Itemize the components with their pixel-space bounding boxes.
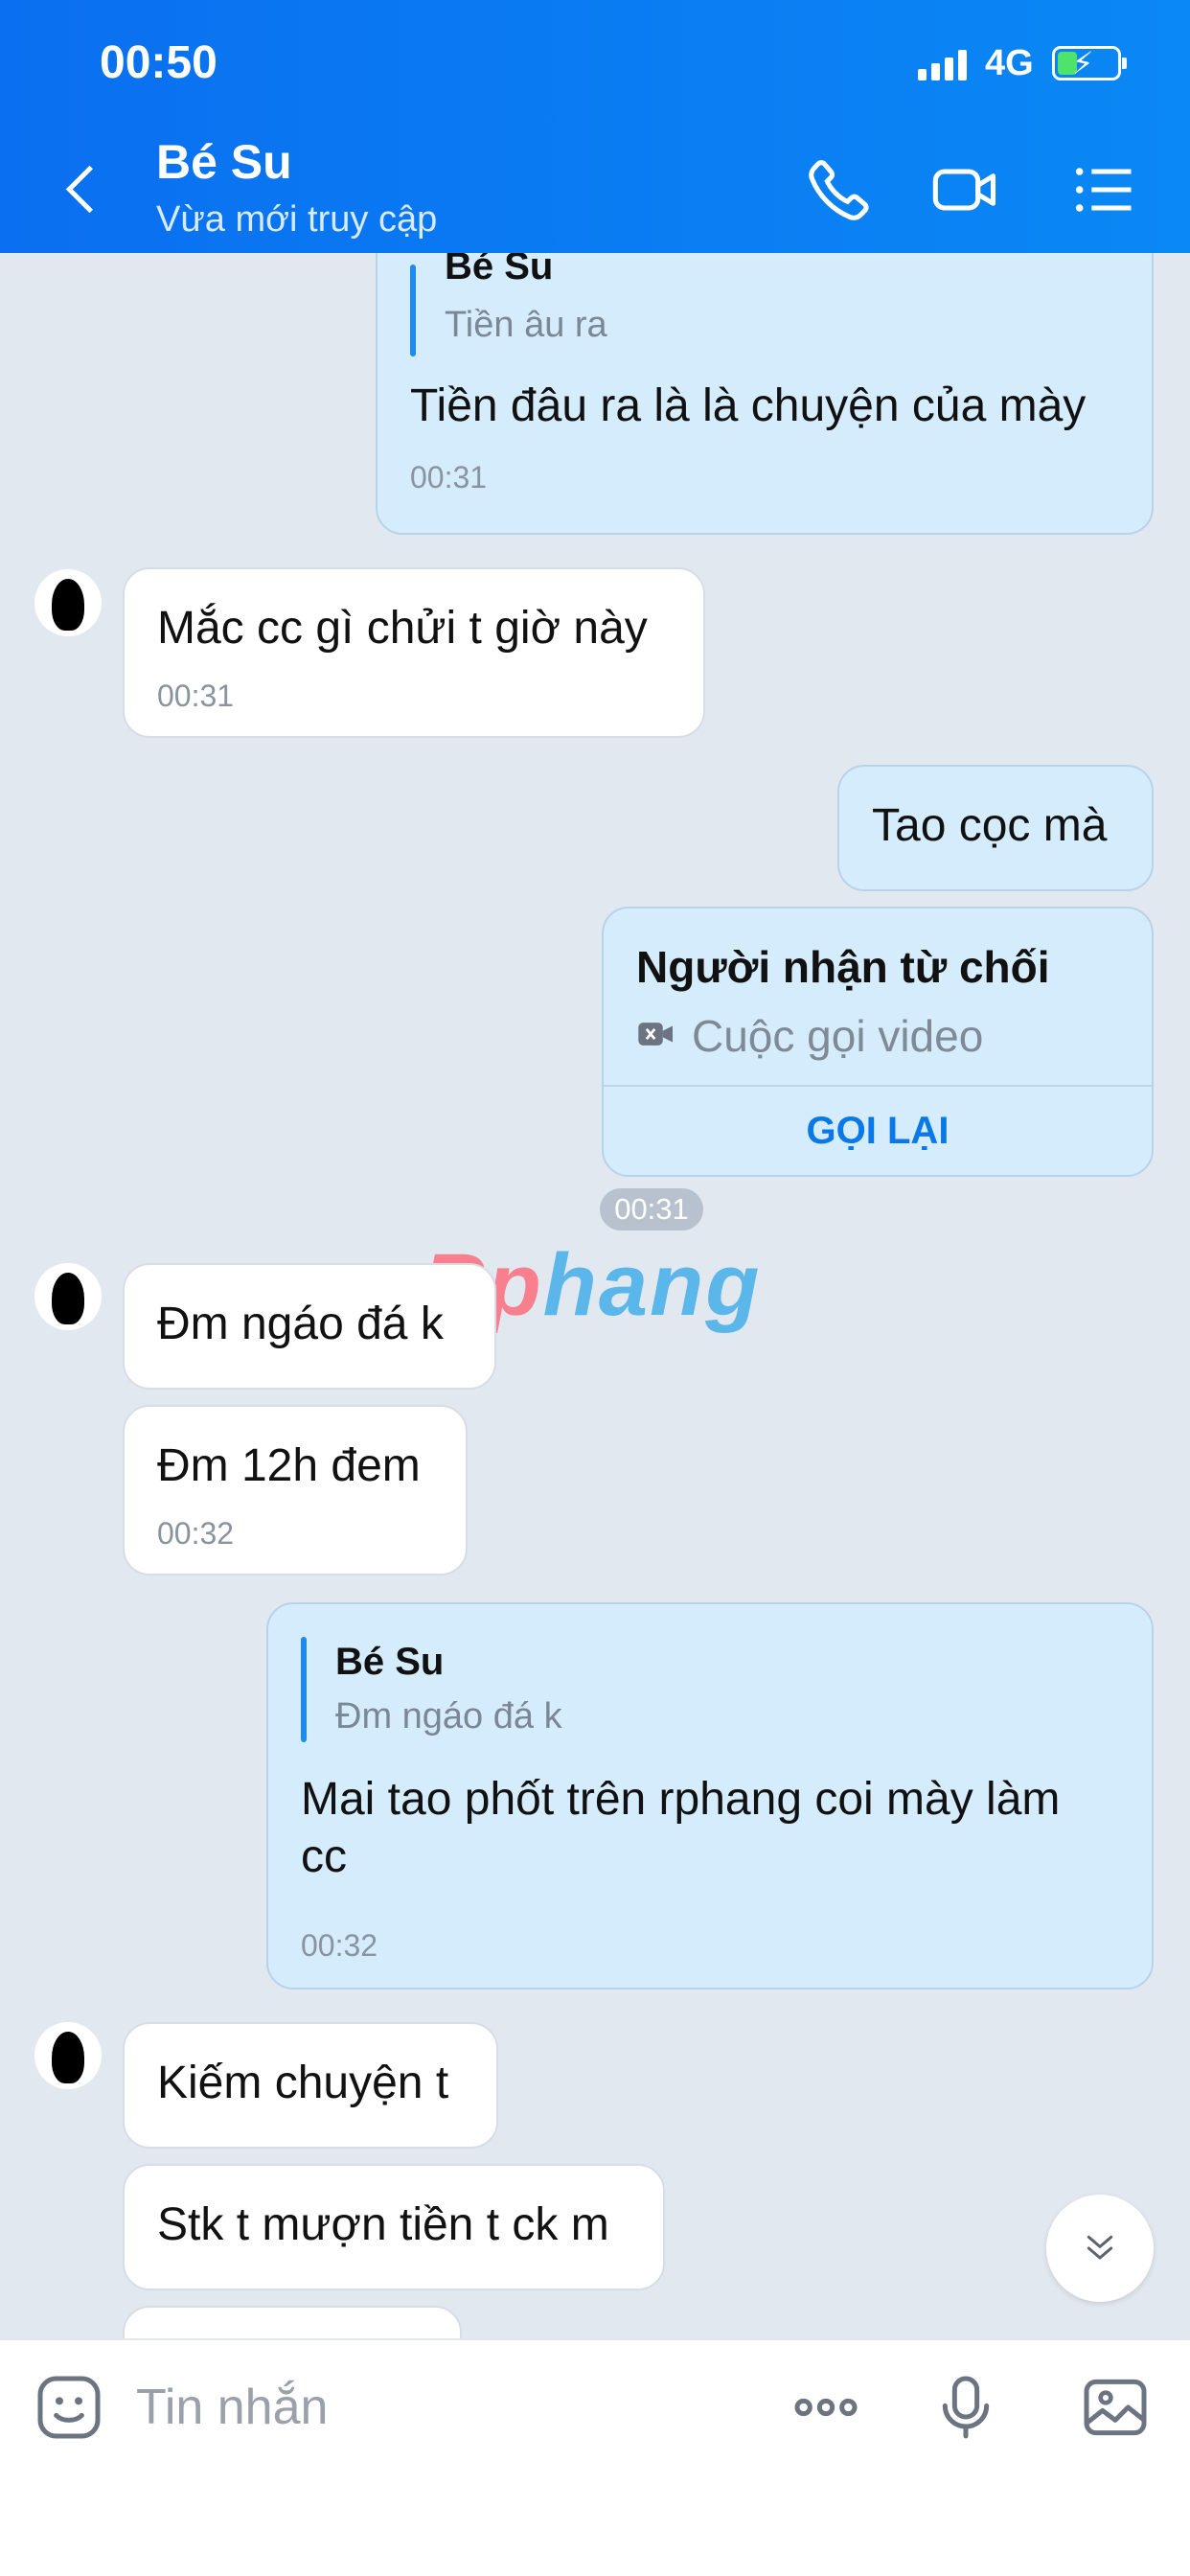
message-text: Kiếm chuyện t — [157, 2058, 449, 2108]
message-bubble-incoming[interactable]: Stk t mượn tiền t ck m — [123, 2164, 665, 2290]
quote-sender: Bé Su — [445, 253, 554, 288]
avatar[interactable] — [34, 1263, 102, 1330]
avatar[interactable] — [34, 569, 102, 636]
microphone-icon[interactable] — [927, 2369, 1004, 2446]
quote-text: Tiền âu ra — [445, 305, 607, 345]
call-back-button[interactable]: GỌI LẠI — [604, 1110, 1152, 1153]
message-text: Tao cọc mà — [872, 800, 1108, 851]
contact-status: Vừa mới truy cập — [156, 199, 438, 240]
chevron-double-down-icon — [1087, 2235, 1113, 2260]
image-icon[interactable] — [1077, 2369, 1154, 2446]
message-time: 00:31 — [157, 678, 235, 713]
message-text: Stk t mượn tiền t ck m — [157, 2199, 609, 2250]
call-status-title: Người nhận từ chối — [636, 942, 1050, 992]
chat-header: 00:50 4G ⚡ Bé Su Vừa mới truy cập — [0, 0, 1190, 253]
quote-bar — [410, 264, 416, 356]
more-dots-icon[interactable] — [788, 2369, 864, 2446]
contact-name[interactable]: Bé Su — [156, 134, 292, 190]
message-bubble-outgoing[interactable]: Bé Su Đm ngáo đá k Mai tao phốt trên rph… — [266, 1602, 1154, 1990]
message-text-line-1: Mai tao phốt trên rphang coi mày làm — [301, 1774, 1061, 1825]
message-list[interactable]: Bé Su Tiền âu ra Tiền đâu ra là là chuyệ… — [0, 253, 1190, 2338]
message-bubble-incoming[interactable]: Mắc cc gì chửi t giờ này 00:31 — [123, 567, 705, 738]
message-text-line-2: cc — [301, 1831, 347, 1882]
sticker-icon[interactable] — [31, 2369, 107, 2446]
quote-text: Đm ngáo đá k — [335, 1696, 562, 1736]
video-call-icon — [638, 1023, 673, 1046]
message-bubble-outgoing[interactable]: Bé Su Tiền âu ra Tiền đâu ra là là chuyệ… — [376, 253, 1154, 535]
message-text: Mắc cc gì chửi t giờ này — [157, 603, 648, 654]
message-text: Đm ngáo đá k — [157, 1299, 444, 1349]
phone-icon[interactable] — [803, 153, 876, 226]
message-text: Đm 12h đem — [157, 1440, 421, 1491]
message-time: 00:32 — [301, 1928, 378, 1963]
message-input[interactable]: Tin nhắn — [136, 2379, 328, 2436]
menu-list-icon[interactable] — [1067, 153, 1140, 226]
divider — [604, 1085, 1152, 1087]
signal-icon — [918, 50, 968, 80]
message-bubble-incoming[interactable]: Đm ngáo đá k — [123, 1263, 496, 1390]
video-camera-icon[interactable] — [929, 153, 1002, 226]
message-bubble-outgoing[interactable]: Tao cọc mà — [837, 765, 1154, 891]
call-card[interactable]: Người nhận từ chối Cuộc gọi video GỌI LẠ… — [602, 907, 1154, 1177]
quote-bar — [301, 1637, 307, 1742]
call-type: Cuộc gọi video — [692, 1011, 984, 1061]
message-bubble-incoming[interactable]: Đm 12h đem 00:32 — [123, 1405, 468, 1576]
message-bubble-incoming[interactable] — [123, 2306, 462, 2338]
back-arrow-icon[interactable] — [59, 161, 102, 218]
message-bubble-incoming[interactable]: Kiếm chuyện t — [123, 2022, 498, 2149]
message-text: Tiền đâu ra là là chuyện của mày — [410, 380, 1087, 431]
network-type: 4G — [985, 43, 1034, 83]
time-pill: 00:31 — [600, 1188, 703, 1230]
avatar[interactable] — [34, 2022, 102, 2089]
message-time: 00:32 — [157, 1516, 235, 1551]
status-time: 00:50 — [100, 37, 217, 88]
message-time: 00:31 — [410, 460, 488, 494]
quote-sender: Bé Su — [335, 1641, 445, 1683]
battery-icon: ⚡ — [1052, 46, 1127, 80]
message-input-bar: Tin nhắn — [0, 2338, 1190, 2576]
scroll-to-bottom-button[interactable] — [1046, 2195, 1154, 2302]
